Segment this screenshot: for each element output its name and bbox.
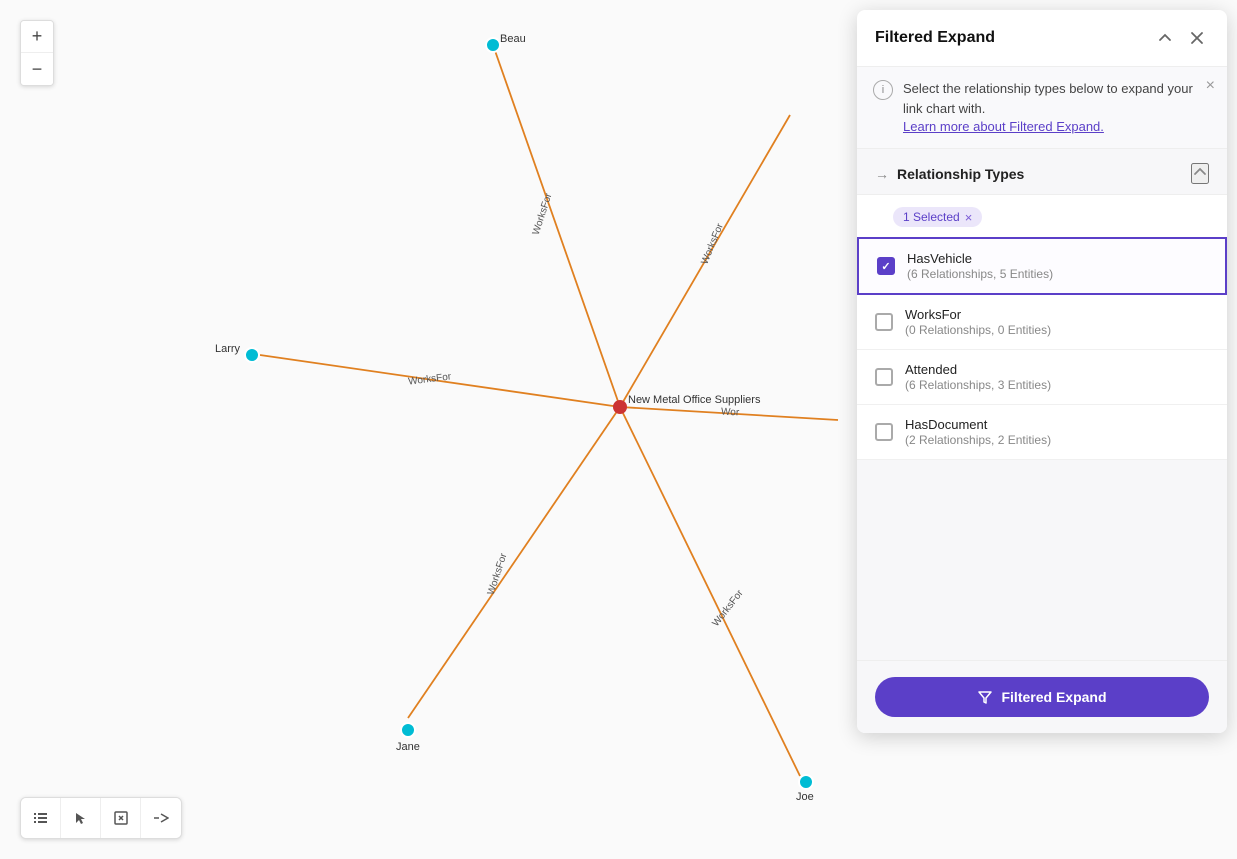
graph-svg: WorksFor WorksFor WorksFor WorksFor Wor … <box>0 0 855 859</box>
toolbar-cursor-button[interactable] <box>61 798 101 838</box>
section-chevron-up-icon <box>1193 165 1207 179</box>
node-beau-label: Beau <box>500 33 526 45</box>
bottom-toolbar <box>20 797 182 839</box>
box-icon <box>113 810 129 826</box>
checkbox-worksfor[interactable] <box>875 313 893 331</box>
edge-label-worksfor-upper-right: WorksFor <box>699 221 726 266</box>
rel-meta-hasdocument: (2 Relationships, 2 Entities) <box>905 433 1051 447</box>
rel-name-attended: Attended <box>905 362 1051 377</box>
filtered-expand-panel: Filtered Expand i Select the relationshi… <box>857 10 1227 733</box>
filtered-expand-button[interactable]: Filtered Expand <box>875 677 1209 717</box>
checkbox-hasvehicle[interactable] <box>877 257 895 275</box>
section-collapse-button[interactable] <box>1191 163 1209 184</box>
info-link[interactable]: Learn more about Filtered Expand. <box>903 119 1104 134</box>
node-jane[interactable] <box>401 723 415 737</box>
rel-info-hasvehicle: HasVehicle (6 Relationships, 5 Entities) <box>907 251 1053 281</box>
info-text: Select the relationship types below to e… <box>903 79 1211 118</box>
toolbar-box-button[interactable] <box>101 798 141 838</box>
edge-label-worksfor-beau: WorksFor <box>531 191 555 236</box>
zoom-in-button[interactable]: + <box>21 21 53 53</box>
toolbar-list-button[interactable] <box>21 798 61 838</box>
node-jane-label: Jane <box>396 741 420 753</box>
edge-label-worksfor-larry: WorksFor <box>408 371 453 387</box>
center-node-label: New Metal Office Suppliers <box>628 394 761 406</box>
cursor-icon <box>74 811 88 825</box>
panel-close-button[interactable] <box>1185 26 1209 50</box>
rel-name-hasvehicle: HasVehicle <box>907 251 1053 266</box>
node-joe[interactable] <box>799 775 813 789</box>
zoom-out-button[interactable]: − <box>21 53 53 85</box>
rel-info-hasdocument: HasDocument (2 Relationships, 2 Entities… <box>905 417 1051 447</box>
node-larry[interactable] <box>245 348 259 362</box>
rel-item-hasdocument[interactable]: HasDocument (2 Relationships, 2 Entities… <box>857 405 1227 460</box>
panel-spacer <box>857 460 1227 660</box>
section-title: Relationship Types <box>897 166 1024 182</box>
rel-name-worksfor: WorksFor <box>905 307 1051 322</box>
chevron-up-icon <box>1158 31 1172 45</box>
rel-info-worksfor: WorksFor (0 Relationships, 0 Entities) <box>905 307 1051 337</box>
list-icon <box>33 810 49 826</box>
panel-title: Filtered Expand <box>875 29 995 47</box>
tag-label: 1 Selected <box>903 210 960 224</box>
rel-item-worksfor[interactable]: WorksFor (0 Relationships, 0 Entities) <box>857 295 1227 350</box>
panel-header-icons <box>1153 26 1209 50</box>
close-icon <box>1190 31 1204 45</box>
info-banner-close-button[interactable]: × <box>1206 77 1215 95</box>
section-title-row: → Relationship Types <box>875 166 1024 182</box>
zoom-controls: + − <box>20 20 54 86</box>
selected-tag: 1 Selected × <box>893 207 982 227</box>
panel-header: Filtered Expand <box>857 10 1227 67</box>
filter-icon <box>977 689 993 705</box>
checkbox-hasdocument[interactable] <box>875 423 893 441</box>
node-larry-label: Larry <box>215 343 241 355</box>
relationship-list: HasVehicle (6 Relationships, 5 Entities)… <box>857 237 1227 460</box>
tag-container: 1 Selected × <box>857 195 1227 237</box>
tag-close-button[interactable]: × <box>965 211 973 224</box>
info-banner: i Select the relationship types below to… <box>857 67 1227 149</box>
arrow-right-icon: → <box>875 166 889 182</box>
edge-label-worksfor-joe: WorksFor <box>710 588 746 629</box>
center-node[interactable] <box>613 400 627 414</box>
rel-meta-attended: (6 Relationships, 3 Entities) <box>905 378 1051 392</box>
node-beau[interactable] <box>486 38 500 52</box>
rel-info-attended: Attended (6 Relationships, 3 Entities) <box>905 362 1051 392</box>
panel-footer: Filtered Expand <box>857 660 1227 733</box>
section-header: → Relationship Types <box>857 149 1227 195</box>
panel-collapse-button[interactable] <box>1153 26 1177 50</box>
edge-label-worksfor-right: Wor <box>721 407 740 419</box>
rel-item-hasvehicle[interactable]: HasVehicle (6 Relationships, 5 Entities) <box>857 237 1227 295</box>
expand-icon <box>153 813 169 823</box>
info-icon: i <box>873 80 893 100</box>
info-content: Select the relationship types below to e… <box>903 79 1211 136</box>
checkbox-attended[interactable] <box>875 368 893 386</box>
node-joe-label: Joe <box>796 791 814 803</box>
filtered-expand-label: Filtered Expand <box>1001 689 1106 705</box>
rel-item-attended[interactable]: Attended (6 Relationships, 3 Entities) <box>857 350 1227 405</box>
rel-name-hasdocument: HasDocument <box>905 417 1051 432</box>
rel-meta-worksfor: (0 Relationships, 0 Entities) <box>905 323 1051 337</box>
toolbar-expand-button[interactable] <box>141 798 181 838</box>
rel-meta-hasvehicle: (6 Relationships, 5 Entities) <box>907 267 1053 281</box>
